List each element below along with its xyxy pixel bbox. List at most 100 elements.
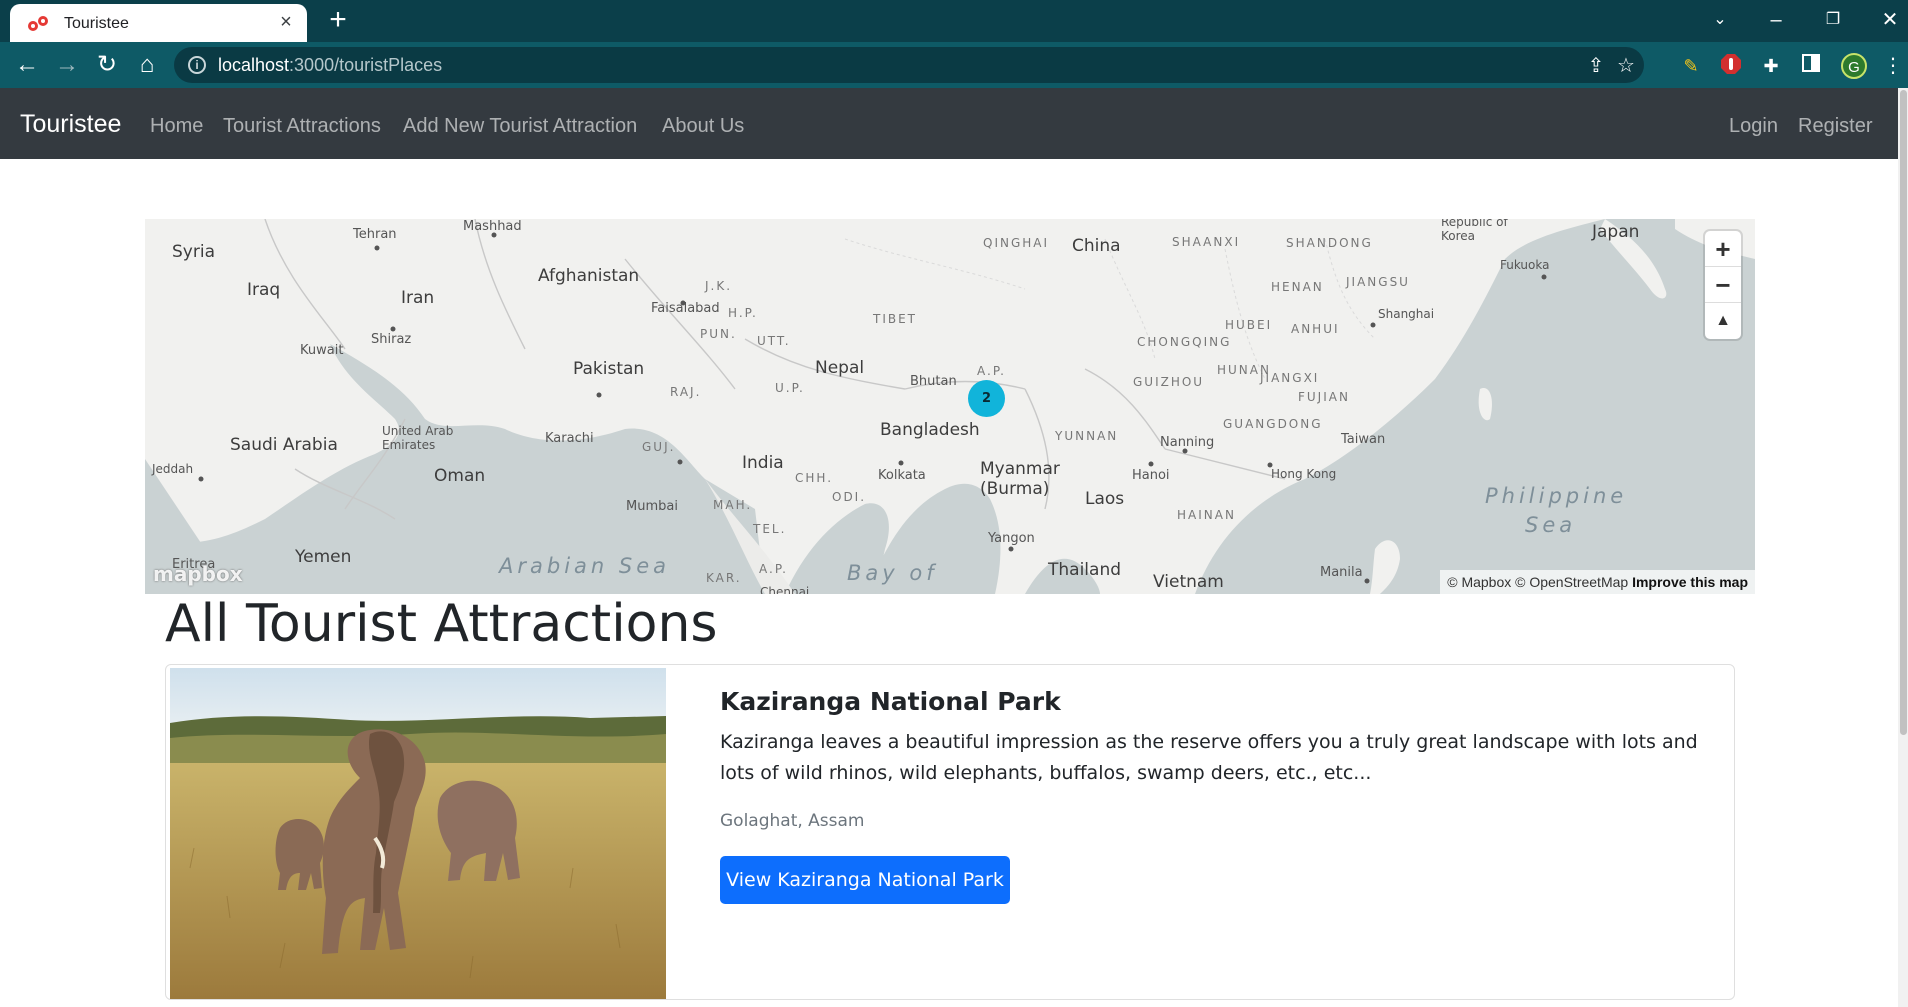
map-label-city: Tehran (353, 227, 397, 242)
map-label-sea: Sea (1525, 513, 1577, 537)
map-cluster-marker[interactable]: 2 (968, 380, 1005, 417)
map-label-region: MAH. (713, 498, 753, 512)
minimize-button[interactable]: – (1756, 4, 1796, 36)
map-label-region: FUJIAN (1298, 390, 1350, 404)
map-label-country: Afghanistan (538, 266, 640, 286)
map-label-city: Manila (1320, 565, 1363, 580)
map-label-region: HUBEI (1225, 318, 1273, 332)
map-label-region: U.P. (775, 381, 805, 395)
map-label-country: Vietnam (1153, 572, 1224, 592)
nav-login[interactable]: Login (1729, 115, 1778, 138)
browser-tab[interactable]: Touristee × (10, 4, 307, 42)
map-label-region: KAR. (706, 571, 742, 585)
close-window-button[interactable]: ✕ (1870, 4, 1908, 36)
page-title: All Tourist Attractions (165, 594, 718, 654)
map-label-city: Hong Kong (1271, 467, 1337, 481)
share-icon[interactable]: ⇪ (1584, 54, 1608, 78)
view-attraction-button[interactable]: View Kaziranga National Park (720, 856, 1010, 904)
new-tab-button[interactable]: + (324, 5, 352, 36)
site-navbar: Touristee Home Tourist Attractions Add N… (0, 88, 1898, 159)
map-label-city: Hanoi (1132, 468, 1170, 483)
map-label-country: Thailand (1048, 560, 1122, 580)
attraction-image (170, 668, 666, 999)
map-pin-icon (28, 16, 48, 31)
attraction-description: Kaziranga leaves a beautiful impression … (720, 731, 1698, 784)
scrollbar-thumb[interactable] (1900, 90, 1907, 735)
map-label-region: SHANDONG (1286, 236, 1373, 250)
map-label-city: Kolkata (878, 468, 926, 483)
map-label-region: ANHUI (1291, 322, 1340, 336)
map-label-country: Nepal (815, 358, 865, 378)
browser-tab-bar: Touristee × + ⌄ – ❐ ✕ (0, 0, 1908, 42)
browser-menu-icon[interactable]: ⋮ (1880, 53, 1906, 79)
compass-icon[interactable]: ▲ (1705, 303, 1741, 339)
map-label-region: RAJ. (670, 385, 702, 399)
home-icon[interactable]: ⌂ (132, 50, 162, 80)
forward-icon[interactable]: → (52, 50, 82, 80)
map-label-sea: Arabian Sea (499, 554, 671, 578)
close-tab-icon[interactable]: × (275, 11, 297, 33)
map-label-country: Republic of Korea (1441, 219, 1508, 243)
map-label-region: JIANGSU (1346, 275, 1410, 289)
zoom-out-button[interactable]: − (1705, 267, 1741, 303)
nav-tourist-attractions[interactable]: Tourist Attractions (223, 115, 381, 138)
map-label-country: Yemen (295, 547, 352, 567)
restore-button[interactable]: ❐ (1813, 4, 1853, 36)
nav-register[interactable]: Register (1798, 115, 1872, 138)
map-label-city: Shanghai (1378, 307, 1435, 321)
reload-icon[interactable]: ↻ (92, 50, 122, 80)
attribution-text[interactable]: © Mapbox © OpenStreetMap (1447, 574, 1628, 590)
map-label-region: ODI. (832, 490, 867, 504)
map-label-region: A.P. (759, 562, 788, 576)
map-label-country: Kuwait (300, 343, 344, 358)
map-label-city: Mashhad (463, 219, 522, 234)
back-icon[interactable]: ← (12, 50, 42, 80)
map-label-sea: Philippine (1485, 484, 1628, 508)
nav-home[interactable]: Home (150, 115, 203, 138)
bookmark-star-icon[interactable]: ☆ (1614, 54, 1638, 78)
map-label-city: Faisalabad (651, 301, 720, 316)
map-label-region: TIBET (873, 312, 918, 326)
cluster-map[interactable]: Syria Iraq Iran Afghanistan Pakistan Sau… (145, 219, 1755, 594)
address-bar[interactable]: i localhost:3000/touristPlaces ⇪ ☆ (174, 47, 1644, 83)
attraction-card: Kaziranga National Park Kaziranga leaves… (165, 664, 1735, 1000)
highlighter-extension-icon[interactable]: ✎ (1678, 53, 1704, 79)
map-label-city: Nanning (1160, 435, 1215, 450)
map-label-country: Bangladesh (880, 420, 980, 440)
map-label-country: Pakistan (573, 359, 645, 379)
map-label-region: SHAANXI (1172, 235, 1241, 249)
adblock-extension-icon[interactable] (1718, 53, 1744, 79)
map-label-country: Japan (1592, 222, 1640, 242)
mapbox-logo[interactable]: mapbox (153, 562, 243, 586)
zoom-in-button[interactable]: + (1705, 231, 1741, 267)
map-label-city: Chennai (760, 585, 810, 594)
map-label-city: Karachi (545, 431, 594, 446)
improve-map-link[interactable]: Improve this map (1632, 574, 1748, 590)
map-label-region: HENAN (1271, 280, 1324, 294)
url-text[interactable]: localhost:3000/touristPlaces (218, 55, 442, 76)
map-label-country: Iran (401, 288, 435, 308)
map-label-region: TEL. (753, 522, 787, 536)
nav-about-us[interactable]: About Us (662, 115, 744, 138)
map-label-region: HAINAN (1177, 508, 1236, 522)
map-label-city: Mumbai (626, 499, 678, 514)
map-label-city: Shiraz (371, 332, 412, 347)
tab-search-icon[interactable]: ⌄ (1700, 4, 1740, 36)
map-label-country: China (1072, 236, 1121, 256)
map-label-sea: Bay of (847, 561, 938, 585)
map-label-region: JIANGXI (1260, 371, 1320, 385)
attraction-location: Golaghat, Assam (720, 811, 865, 831)
map-label-country: Saudi Arabia (230, 435, 338, 455)
extensions-puzzle-icon[interactable]: ✚ (1758, 53, 1784, 79)
map-label-country: Laos (1085, 489, 1125, 509)
site-info-icon[interactable]: i (188, 56, 206, 74)
map-label-region: GUANGDONG (1223, 417, 1323, 431)
map-label-region: QINGHAI (983, 236, 1050, 250)
brand-logo[interactable]: Touristee (20, 110, 121, 139)
map-label-city: Jeddah (152, 462, 194, 476)
map-label-city: Fukuoka (1500, 258, 1550, 272)
side-panel-icon[interactable] (1798, 53, 1824, 79)
nav-add-attraction[interactable]: Add New Tourist Attraction (403, 115, 637, 138)
profile-avatar[interactable]: G (1841, 53, 1867, 79)
map-label-country: India (742, 453, 784, 473)
